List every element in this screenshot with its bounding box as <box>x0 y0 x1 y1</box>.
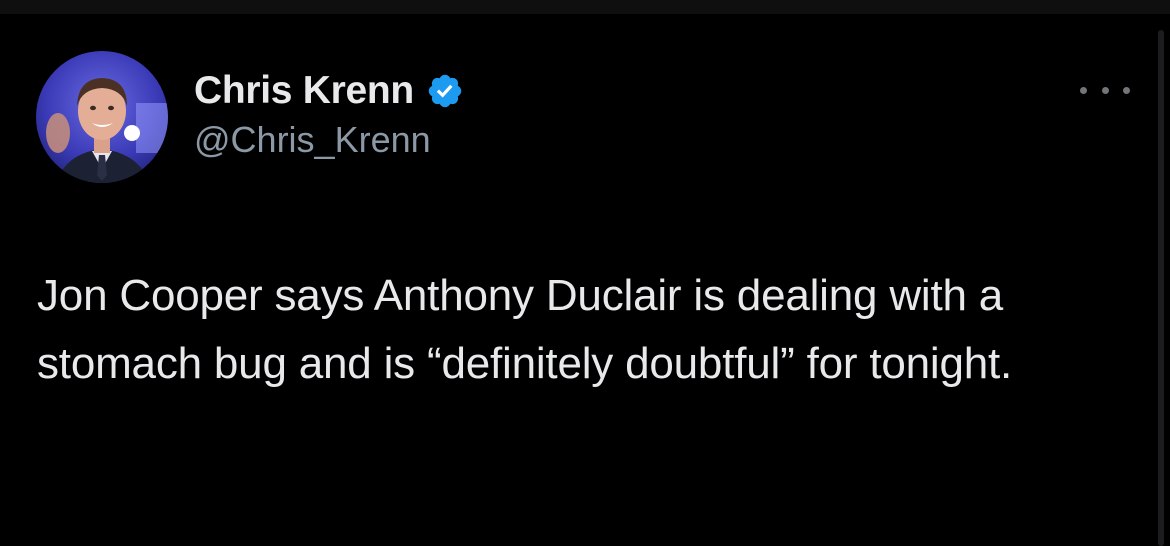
more-horizontal-icon <box>1101 86 1109 94</box>
author-info: Chris Krenn @Chris_Krenn <box>194 68 464 162</box>
tweet-text: Jon Cooper says Anthony Duclair is deali… <box>37 271 1013 388</box>
verified-badge-icon[interactable] <box>426 72 464 110</box>
more-horizontal-icon <box>1123 86 1130 94</box>
avatar[interactable] <box>36 51 168 183</box>
more-horizontal-icon <box>1080 86 1087 94</box>
tweet: Chris Krenn @Chris_Krenn Jon Cooper says… <box>0 0 1170 546</box>
name-row: Chris Krenn <box>194 68 464 114</box>
handle[interactable]: @Chris_Krenn <box>194 118 464 162</box>
more-options-button[interactable] <box>1080 78 1130 102</box>
avatar-image <box>36 51 168 183</box>
display-name[interactable]: Chris Krenn <box>194 68 414 114</box>
